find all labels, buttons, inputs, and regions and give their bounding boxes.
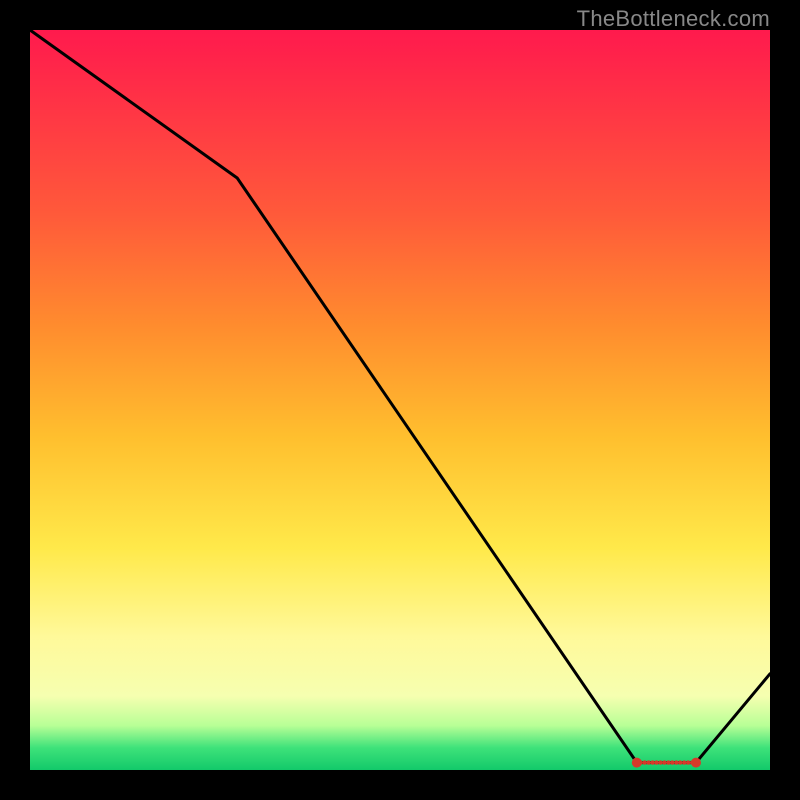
- marker-dot: [639, 760, 643, 764]
- marker-dot: [682, 760, 686, 764]
- chart-markers: [632, 758, 701, 768]
- watermark-text: TheBottleneck.com: [577, 6, 770, 32]
- marker-dot: [654, 760, 658, 764]
- marker-dot: [646, 760, 650, 764]
- marker-dot: [678, 760, 682, 764]
- marker-dot: [670, 760, 674, 764]
- marker-dot: [674, 760, 678, 764]
- plot-area: [30, 30, 770, 770]
- marker-dot: [662, 760, 666, 764]
- marker-dot: [643, 760, 647, 764]
- chart-curve: [30, 30, 770, 763]
- chart-frame: TheBottleneck.com: [0, 0, 800, 800]
- marker-dot: [686, 760, 690, 764]
- chart-svg: [30, 30, 770, 770]
- marker-dot: [666, 760, 670, 764]
- marker-dot: [691, 758, 701, 768]
- marker-dot: [658, 760, 662, 764]
- marker-dot: [650, 760, 654, 764]
